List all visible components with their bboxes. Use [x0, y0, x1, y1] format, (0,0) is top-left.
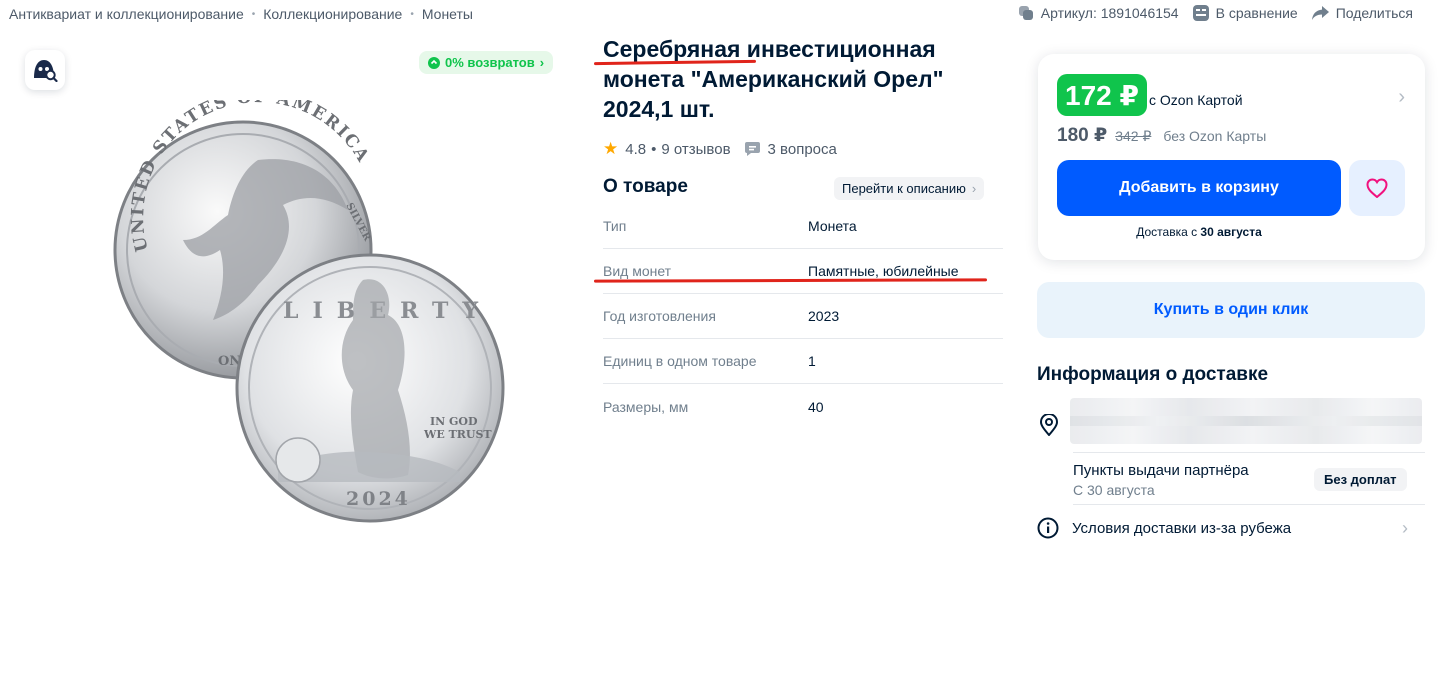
star-icon: ★ [603, 139, 619, 158]
delivery-info-title: Информация о доставке [1037, 364, 1269, 385]
regular-price-row: 180 ₽ 342 ₽ без Ozon Карты [1057, 124, 1266, 147]
buy-one-click-button[interactable]: Купить в один клик [1037, 282, 1425, 338]
coin-front-motto-2: WE TRUST [423, 428, 492, 441]
pickup-option[interactable]: Пункты выдачи партнёра С 30 августа [1073, 462, 1249, 498]
spec-value: 2023 [808, 308, 840, 324]
compare-icon [1192, 5, 1209, 21]
spec-value: Монета [808, 218, 857, 234]
about-heading: О товаре [603, 176, 688, 197]
coin-image: UNITED STATES OF AMERICA ONE SILVER LIBE… [113, 87, 505, 523]
breadcrumb-separator: • [251, 8, 256, 20]
pickup-date: С 30 августа [1073, 482, 1155, 498]
spec-row: Единиц в одном товаре 1 [603, 339, 1003, 384]
abroad-delivery-label: Условия доставки из-за рубежа [1072, 519, 1292, 537]
spec-key: Вид монет [603, 263, 672, 279]
coin-front-year: 2024 [346, 488, 411, 510]
old-price: 342 ₽ [1115, 128, 1152, 144]
price-card: 172 ₽ с Ozon Картой › 180 ₽ 342 ₽ без Oz… [1038, 54, 1425, 260]
chevron-right-icon: › [539, 55, 545, 70]
add-to-cart-button[interactable]: Добавить в корзину [1057, 160, 1341, 216]
questions-link[interactable]: 3 вопроса [768, 141, 837, 158]
spec-row: Тип Монета [603, 204, 1003, 249]
question-icon [744, 142, 760, 156]
spec-row: Размеры, мм 40 [603, 384, 1003, 429]
spec-value: 1 [808, 353, 816, 369]
abroad-delivery-row[interactable]: Условия доставки из-за рубежа › [1037, 515, 1425, 541]
copy-icon [1018, 6, 1033, 20]
returns-icon [428, 56, 440, 69]
address-redacted [1070, 398, 1422, 444]
breadcrumb-item-collecting[interactable]: Коллекционирование [263, 6, 402, 22]
rating-separator: • [651, 140, 657, 158]
ozon-card-price[interactable]: 172 ₽ [1057, 74, 1147, 116]
goto-description-label: Перейти к описанию [842, 181, 966, 196]
breadcrumb: Антиквариат и коллекционирование • Колле… [9, 6, 473, 22]
breadcrumb-separator: • [410, 8, 414, 20]
product-title: Серебряная инвестиционная монета "Америк… [603, 36, 944, 122]
regular-price: 180 ₽ [1057, 125, 1108, 146]
spec-value[interactable]: Памятные, юбилейные [808, 263, 959, 279]
delivery-address-row[interactable] [1037, 398, 1425, 450]
brand-search-icon [34, 60, 58, 82]
share-icon [1311, 5, 1329, 20]
breadcrumb-item-antiques[interactable]: Антиквариат и коллекционирование [9, 6, 244, 22]
heart-icon [1366, 178, 1388, 198]
spec-value: 40 [808, 398, 824, 415]
goto-description-button[interactable]: Перейти к описанию › [834, 177, 985, 200]
rating-summary[interactable]: ★ 4.8 • 9 отзывов 3 вопроса [603, 139, 837, 159]
product-image[interactable]: UNITED STATES OF AMERICA ONE SILVER LIBE… [108, 87, 518, 530]
brand-badge[interactable] [25, 50, 65, 90]
spec-key: Год изготовления [603, 308, 716, 324]
rating-value: 4.8 [625, 140, 647, 158]
spec-key: Тип [603, 218, 627, 234]
spec-key: Единиц в одном товаре [603, 353, 757, 369]
pickup-title: Пункты выдачи партнёра [1073, 462, 1249, 479]
no-fee-badge: Без доплат [1314, 468, 1407, 491]
article-number[interactable]: Артикул: 1891046154 [1018, 5, 1179, 21]
coin-front-motto-1: IN GOD [430, 415, 478, 428]
regular-price-label: без Ozon Карты [1163, 128, 1267, 144]
delivery-prefix: Доставка с [1136, 225, 1201, 239]
location-pin-icon [1039, 414, 1059, 436]
article-label: Артикул: 1891046154 [1040, 5, 1179, 21]
reviews-link[interactable]: 9 отзывов [661, 141, 730, 158]
spec-row: Вид монет Памятные, юбилейные [603, 249, 1003, 294]
spec-table: Тип Монета Вид монет Памятные, юбилейные… [603, 204, 1003, 429]
compare-label: В сравнение [1215, 5, 1298, 21]
favorite-button[interactable] [1349, 160, 1405, 216]
ozon-card-label: с Ozon Картой [1149, 92, 1243, 108]
spec-key: Размеры, мм [603, 398, 689, 415]
spec-row: Год изготовления 2023 [603, 294, 1003, 339]
top-actions: Артикул: 1891046154 В сравнение Поделить… [1004, 5, 1413, 21]
info-icon [1037, 517, 1059, 539]
chevron-right-icon: › [1402, 517, 1408, 538]
share-button[interactable]: Поделиться [1311, 5, 1413, 21]
divider [1073, 504, 1425, 505]
returns-label: 0% возвратов [445, 55, 535, 70]
chevron-right-icon: › [971, 181, 977, 196]
returns-badge[interactable]: 0% возвратов › [419, 51, 554, 74]
compare-button[interactable]: В сравнение [1192, 5, 1298, 21]
divider [1073, 452, 1425, 453]
breadcrumb-item-coins[interactable]: Монеты [422, 6, 473, 22]
share-label: Поделиться [1335, 5, 1413, 21]
delivery-date: 30 августа [1200, 225, 1262, 239]
chevron-right-icon[interactable]: › [1398, 86, 1405, 109]
delivery-date-line: Доставка с 30 августа [1038, 225, 1360, 239]
